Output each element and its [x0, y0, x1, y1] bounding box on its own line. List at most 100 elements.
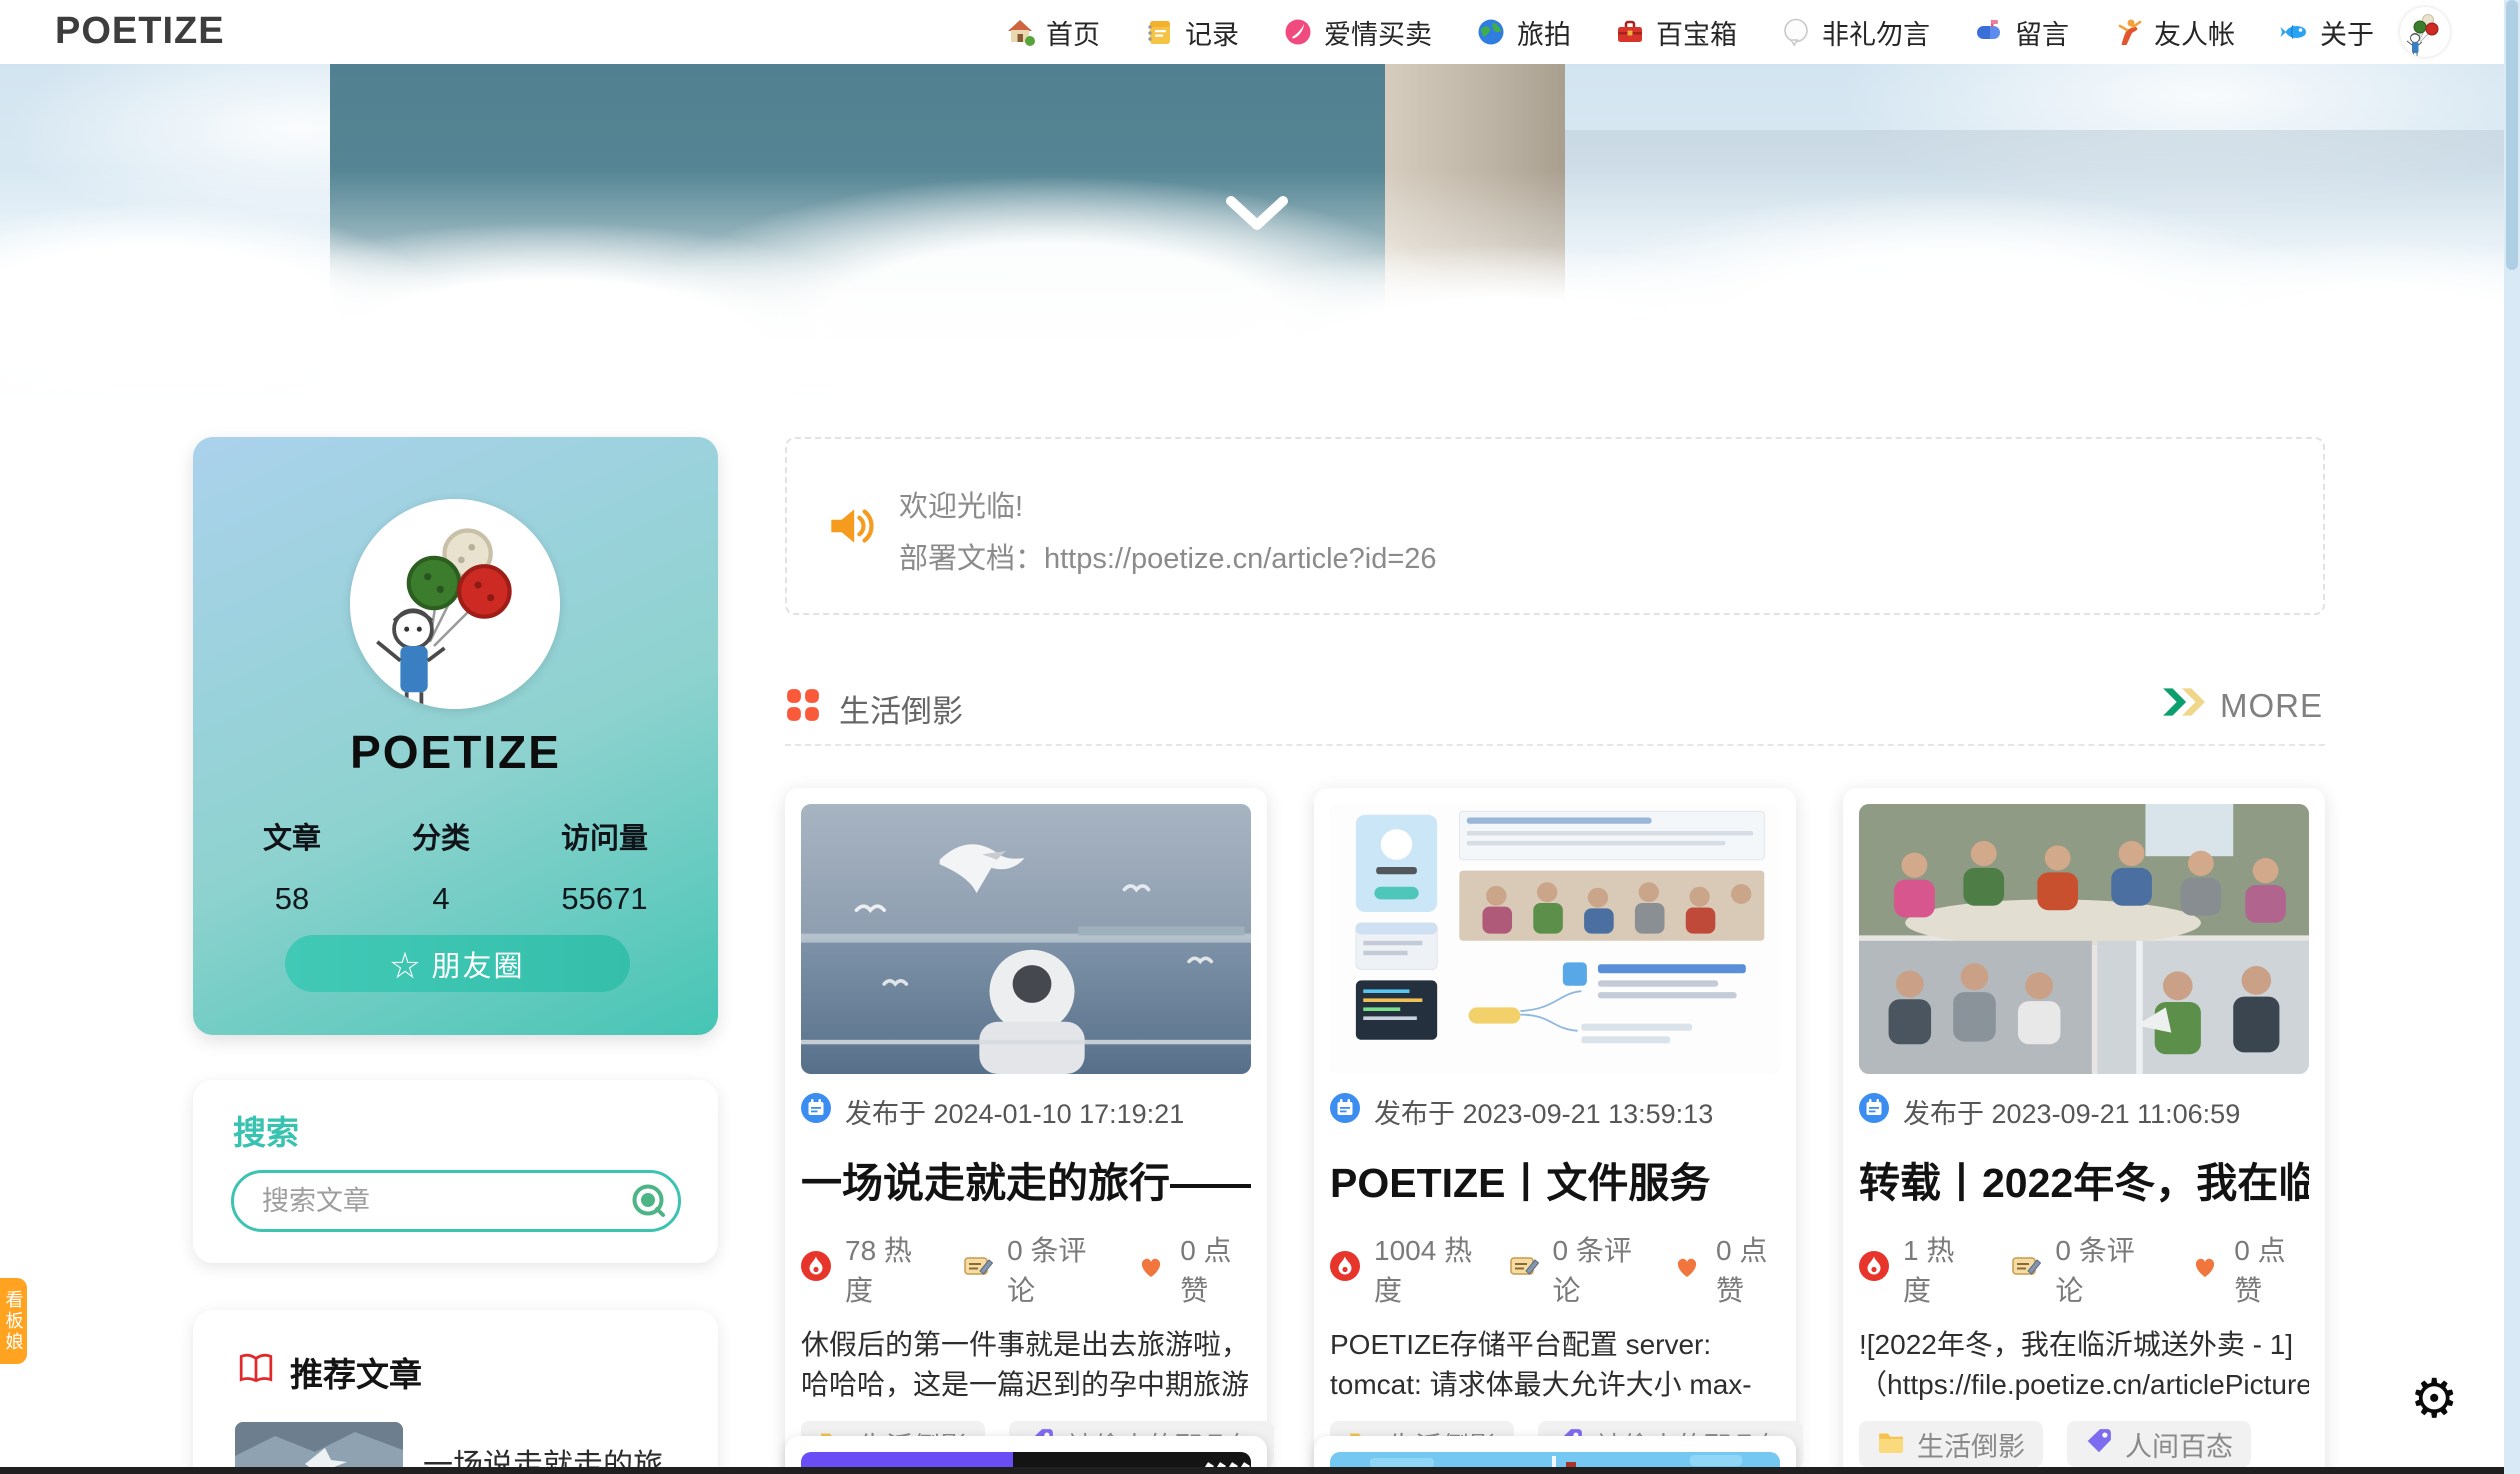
- article-date-row: 发布于 2023-09-21 13:59:13: [1330, 1092, 1780, 1131]
- poetize-homepage: POETIZE 首页 记录 爱情买卖 旅拍 百宝箱: [0, 0, 2520, 1474]
- heart-icon: [2190, 1251, 2220, 1288]
- like-count: 0 点赞: [1180, 1229, 1251, 1309]
- like-count: 0 点赞: [2234, 1229, 2309, 1309]
- article-excerpt: POETIZE存储平台配置 server: tomcat: 请求体最大允许大小 …: [1330, 1325, 1780, 1405]
- stat-value: 55671: [561, 881, 648, 917]
- nav-label: 留言: [2015, 13, 2069, 52]
- comment-icon: [1509, 1251, 1539, 1288]
- recommended-articles-card: 推荐文章 一场说走就走的旅…: [193, 1310, 718, 1474]
- dancer-icon: [2113, 17, 2143, 47]
- heat-count: 78 热度: [845, 1229, 930, 1309]
- notebook-icon: [1144, 17, 1174, 47]
- stat-label: 访问量: [561, 815, 648, 857]
- home-icon: [1005, 17, 1035, 47]
- fire-icon: [801, 1251, 831, 1288]
- search-title: 搜索: [233, 1106, 299, 1154]
- article-cards-row: 发布于 2024-01-10 17:19:21 一场说走就走的旅行——… 78 …: [785, 788, 2325, 1474]
- profile-avatar[interactable]: [350, 499, 560, 709]
- lipstick-icon: [1283, 17, 1313, 47]
- article-title[interactable]: 转载丨2022年冬，我在临…: [1859, 1149, 2309, 1209]
- article-date-row: 发布于 2024-01-10 17:19:21: [801, 1092, 1251, 1131]
- comment-count: 0 条评论: [1007, 1229, 1103, 1309]
- article-image-gathering: [1859, 804, 2309, 1074]
- scrollbar-thumb[interactable]: [2506, 0, 2518, 270]
- profile-card: POETIZE 文章 58 分类 4 访问量 55671 ☆ 朋友圈: [193, 437, 718, 1035]
- nav-item-treasure-box[interactable]: 百宝箱: [1615, 13, 1737, 52]
- nav-label: 关于: [2320, 13, 2374, 52]
- profile-stats: 文章 58 分类 4 访问量 55671: [263, 815, 648, 917]
- kanban-girl-badge[interactable]: 看板娘: [0, 1278, 27, 1364]
- main-nav: 首页 记录 爱情买卖 旅拍 百宝箱 非礼勿言: [1005, 0, 2374, 64]
- welcome-greeting: 欢迎光临!: [899, 483, 1023, 525]
- welcome-box: 欢迎光临! 部署文档：https://poetize.cn/article?id…: [785, 437, 2325, 615]
- article-title[interactable]: 一场说走就走的旅行——…: [801, 1149, 1251, 1209]
- hero-banner: [0, 0, 2504, 430]
- article-date: 发布于 2023-09-21 11:06:59: [1903, 1092, 2240, 1131]
- nav-label: 百宝箱: [1656, 13, 1737, 52]
- article-card[interactable]: 发布于 2024-01-10 17:19:21 一场说走就走的旅行——… 78 …: [785, 788, 1267, 1474]
- page-scrollbar[interactable]: [2504, 0, 2520, 1474]
- settings-gear-icon[interactable]: ⚙: [2410, 1372, 2458, 1426]
- calendar-icon: [1330, 1093, 1360, 1130]
- stat-label: 文章: [263, 815, 321, 857]
- friend-circle-button[interactable]: ☆ 朋友圈: [285, 935, 630, 992]
- section-header: 生活倒影 MORE: [785, 686, 2325, 734]
- comment-count: 0 条评论: [1553, 1229, 1640, 1309]
- stat-articles: 文章 58: [263, 815, 321, 917]
- more-link[interactable]: MORE: [2160, 686, 2323, 726]
- nav-item-no-rude-words[interactable]: 非礼勿言: [1781, 13, 1930, 52]
- calendar-icon: [1859, 1093, 1889, 1130]
- fire-icon: [1859, 1251, 1889, 1288]
- brand-logo[interactable]: POETIZE: [55, 10, 225, 53]
- article-stats-row: 1 热度 0 条评论 0 点赞: [1859, 1229, 2309, 1309]
- calendar-icon: [801, 1093, 831, 1130]
- article-card[interactable]: 发布于 2023-09-21 11:06:59 转载丨2022年冬，我在临… 1…: [1843, 788, 2325, 1474]
- mailbox-icon: [1974, 17, 2004, 47]
- like-count: 0 点赞: [1716, 1229, 1780, 1309]
- article-excerpt: ![2022年冬，我在临沂城送外卖 - 1]（https://file.poet…: [1859, 1325, 2309, 1405]
- article-date: 发布于 2024-01-10 17:19:21: [845, 1092, 1184, 1131]
- nav-label: 非礼勿言: [1822, 13, 1930, 52]
- nav-item-home[interactable]: 首页: [1005, 13, 1100, 52]
- article-image-screenshots: [1330, 804, 1780, 1074]
- globe-icon: [1476, 17, 1506, 47]
- nav-label: 旅拍: [1517, 13, 1571, 52]
- nav-item-records[interactable]: 记录: [1144, 13, 1239, 52]
- nav-label: 记录: [1185, 13, 1239, 52]
- welcome-doc-link[interactable]: 部署文档：https://poetize.cn/article?id=26: [899, 535, 1437, 577]
- nav-item-about[interactable]: 关于: [2279, 13, 2374, 52]
- article-date: 发布于 2023-09-21 13:59:13: [1374, 1092, 1713, 1131]
- nav-item-message-board[interactable]: 留言: [1974, 13, 2069, 52]
- scroll-down-chevron-icon[interactable]: [1222, 192, 1292, 239]
- dashed-divider: [785, 744, 2325, 746]
- nav-item-friends[interactable]: 友人帐: [2113, 13, 2235, 52]
- heat-count: 1 热度: [1903, 1229, 1978, 1309]
- fish-icon: [2279, 17, 2309, 47]
- article-title[interactable]: POETIZE丨文件服务: [1330, 1149, 1780, 1209]
- nav-item-travel[interactable]: 旅拍: [1476, 13, 1571, 52]
- stat-label: 分类: [412, 815, 470, 857]
- comment-count: 0 条评论: [2055, 1229, 2156, 1309]
- article-stats-row: 1004 热度 0 条评论 0 点赞: [1330, 1229, 1780, 1309]
- nav-label: 首页: [1046, 13, 1100, 52]
- article-date-row: 发布于 2023-09-21 11:06:59: [1859, 1092, 2309, 1131]
- comment-icon: [2011, 1251, 2041, 1288]
- double-chevron-icon: [2160, 686, 2206, 726]
- stat-value: 4: [412, 881, 470, 917]
- stat-visits: 访问量 55671: [561, 815, 648, 917]
- search-icon[interactable]: [631, 1183, 667, 1219]
- article-card[interactable]: 发布于 2023-09-21 13:59:13 POETIZE丨文件服务 100…: [1314, 788, 1796, 1474]
- more-label: MORE: [2220, 687, 2323, 725]
- article-excerpt: 休假后的第一件事就是出去旅游啦，哈哈哈，这是一篇迟到的孕中期旅游分享贴…: [801, 1325, 1251, 1405]
- search-card: 搜索: [193, 1080, 718, 1263]
- stat-categories: 分类 4: [412, 815, 470, 917]
- search-input[interactable]: [231, 1170, 681, 1232]
- section-title: 生活倒影: [839, 686, 963, 731]
- heart-icon: [1672, 1251, 1702, 1288]
- nav-item-love-market[interactable]: 爱情买卖: [1283, 13, 1432, 52]
- toolbox-icon: [1615, 17, 1645, 47]
- recommended-title: 推荐文章: [290, 1348, 422, 1396]
- stat-value: 58: [263, 881, 321, 917]
- user-avatar[interactable]: [2400, 7, 2450, 57]
- recommended-title-row: 推荐文章: [238, 1348, 422, 1396]
